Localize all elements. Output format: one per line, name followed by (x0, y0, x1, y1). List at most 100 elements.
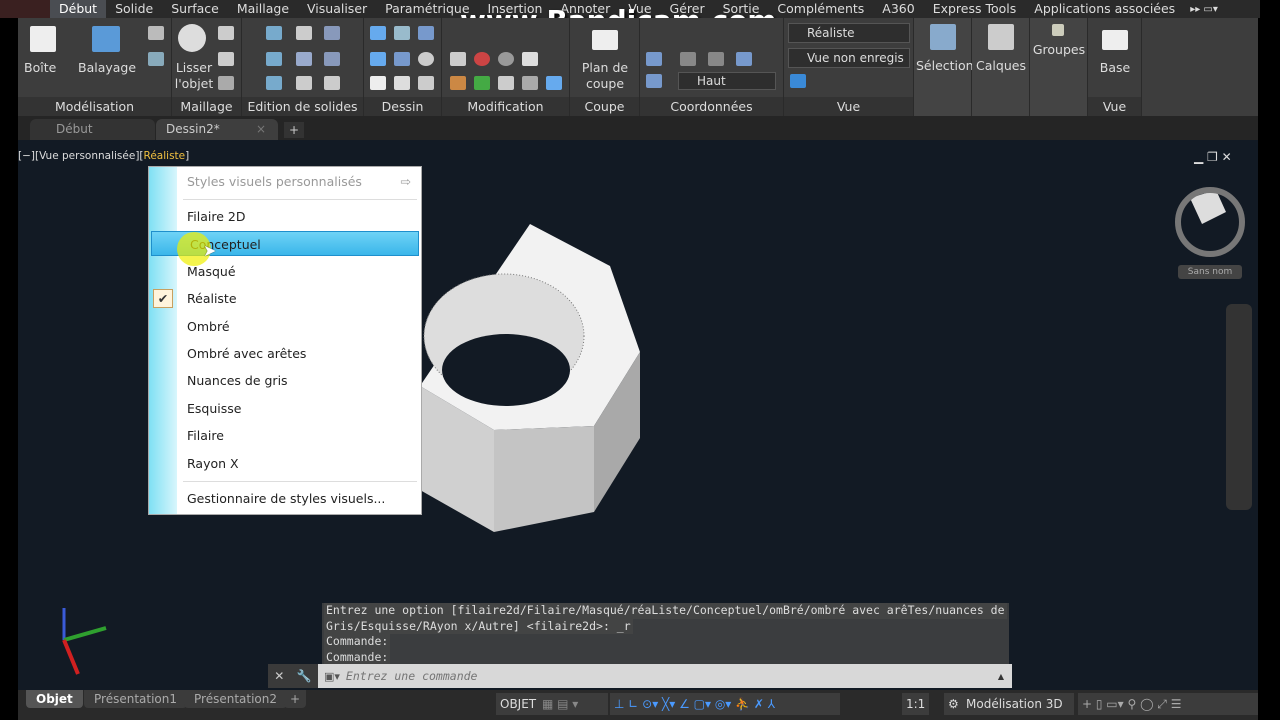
menu-item[interactable]: Ombré (149, 314, 421, 339)
panel-label[interactable]: Edition de solides (242, 97, 363, 116)
solid-edit-icon[interactable] (324, 26, 340, 40)
panel-label[interactable]: Dessin (364, 97, 441, 116)
arc-icon[interactable] (418, 26, 434, 40)
menu-item[interactable]: Ombré avec arêtes (149, 341, 421, 366)
ribbon-tab[interactable]: Compléments (768, 0, 873, 18)
separate-icon[interactable] (324, 76, 340, 90)
panel-label[interactable]: Vue (784, 97, 913, 116)
menu-item[interactable]: Filaire (149, 423, 421, 448)
ribbon-tab[interactable]: Début (50, 0, 107, 18)
boite-button[interactable]: Boîte (24, 60, 56, 76)
polygon-icon[interactable] (370, 76, 386, 90)
rectangle-icon[interactable] (394, 76, 410, 90)
line-icon[interactable] (394, 52, 410, 66)
drafting-tool-icons[interactable]: ⊥ ∟ ⊙▾ ╳▾ ∠ ▢▾ ◎▾ ⛹ ✗ ⅄ (610, 693, 840, 715)
grid-snap-icons[interactable]: ▦ ▤ ▾ (538, 693, 608, 715)
menu-item[interactable]: Nuances de gris (149, 368, 421, 393)
align-icon[interactable] (474, 76, 490, 90)
viewport-window-controls[interactable]: ▁ ❐ ✕ (1194, 150, 1232, 164)
named-view-dropdown[interactable]: Vue non enregis (788, 48, 910, 68)
ucs-icon[interactable] (708, 52, 724, 66)
menu-item[interactable]: Réaliste ✔ (149, 286, 421, 311)
application-menu-button[interactable] (0, 0, 50, 18)
new-tab-plus-icon[interactable]: + (284, 122, 304, 138)
ribbon-tab[interactable]: A360 (873, 0, 923, 18)
fillet-icon[interactable] (450, 52, 466, 66)
polyline-icon[interactable] (370, 26, 386, 40)
menu-item[interactable]: Filaire 2D (149, 204, 421, 229)
add-layout-plus-icon[interactable]: + (284, 690, 307, 708)
model-space-button[interactable]: OBJET (496, 693, 541, 715)
shell-icon[interactable] (296, 76, 312, 90)
copy-icon[interactable] (522, 76, 538, 90)
array-icon[interactable] (546, 76, 562, 90)
viewcube-label[interactable]: Sans nom (1178, 265, 1242, 279)
visual-style-dropdown[interactable]: Réaliste (788, 23, 910, 43)
calques-button[interactable]: Calques (974, 58, 1028, 74)
union-icon[interactable] (266, 26, 282, 40)
ellipse-icon[interactable] (418, 76, 434, 90)
subtract-icon[interactable] (266, 52, 282, 66)
mesh-icon[interactable] (218, 26, 234, 40)
gear-icon[interactable]: ⚙ (948, 693, 962, 715)
plan-de-coupe-button[interactable]: Plan de coupe (574, 60, 636, 92)
solid-icon[interactable] (296, 26, 312, 40)
file-tab-debut[interactable]: Début (30, 119, 155, 140)
ucs-icon[interactable] (646, 74, 662, 88)
groupes-button[interactable]: Groupes (1032, 42, 1086, 58)
helix-icon[interactable] (394, 26, 410, 40)
panel-label[interactable]: Vue (1088, 97, 1141, 116)
command-input[interactable] (345, 669, 998, 683)
ribbon-tab[interactable]: Express Tools (924, 0, 1026, 18)
view-label[interactable]: [−][Vue personnalisée][ (18, 150, 144, 162)
ribbon-tab[interactable]: Surface (162, 0, 228, 18)
trim-icon[interactable] (450, 76, 466, 90)
ribbon-tab[interactable]: Visualiser (298, 0, 376, 18)
workspace-dropdown[interactable]: Modélisation 3D (944, 693, 1074, 715)
annotation-scale-dropdown[interactable]: 1:1 (902, 693, 930, 715)
3d-rotate-icon[interactable] (474, 52, 490, 66)
file-tab-dessin2[interactable]: Dessin2* × (156, 119, 278, 140)
ribbon-tab[interactable]: Maillage (228, 0, 298, 18)
offset-icon[interactable] (498, 76, 514, 90)
ribbon-options-icon[interactable]: ▸▸ ▭▾ (1184, 4, 1218, 15)
base-button[interactable]: Base (1090, 60, 1140, 76)
balayage-button[interactable]: Balayage (78, 60, 136, 76)
close-icon[interactable]: ✕ (274, 669, 284, 683)
ucs-dropdown[interactable]: Haut (678, 72, 776, 90)
ucs-icon[interactable] (646, 52, 662, 66)
mesh-icon[interactable] (218, 52, 234, 66)
menu-item-visual-styles-manager[interactable]: Gestionnaire de styles visuels... (149, 486, 421, 511)
layout-tab-objet[interactable]: Objet (26, 690, 83, 708)
visual-style-label[interactable]: Réaliste (144, 150, 186, 162)
mirror-icon[interactable] (522, 52, 538, 66)
solid-edit-icon[interactable] (324, 52, 340, 66)
mesh-icon[interactable] (218, 76, 234, 90)
panel-label[interactable]: Modélisation (18, 97, 171, 116)
ribbon-tab[interactable]: Solide (106, 0, 162, 18)
viewport-icon[interactable] (790, 74, 806, 88)
wrench-icon[interactable]: 🔧 (297, 669, 312, 683)
close-icon[interactable]: × (256, 119, 266, 140)
command-prompt-icon[interactable]: ▣▾ (318, 670, 346, 683)
panel-label[interactable]: Coordonnées (640, 97, 783, 116)
viewport-controls-label[interactable]: [−][Vue personnalisée][Réaliste] (18, 150, 189, 162)
layout-tab-presentation1[interactable]: Présentation1 (84, 690, 187, 708)
ucs-icon[interactable] (680, 52, 696, 66)
selection-button[interactable]: Sélection (916, 58, 974, 74)
lisser-button[interactable]: Lisser l'objet (174, 60, 214, 92)
history-toggle-icon[interactable]: ▲ (998, 672, 1012, 681)
layout-tab-presentation2[interactable]: Présentation2 (184, 690, 287, 708)
ucs-icon[interactable] (736, 52, 752, 66)
status-tool-icons[interactable]: + ▯ ▭▾ ⚲ ◯ ⤢ ☰ (1078, 693, 1258, 715)
ribbon-tab[interactable]: Applications associées (1025, 0, 1184, 18)
menu-item[interactable]: Rayon X (149, 451, 421, 476)
rotate-icon[interactable] (498, 52, 514, 66)
panel-label[interactable]: Coupe (570, 97, 639, 116)
presspull-icon[interactable] (148, 52, 164, 66)
menu-item[interactable]: Esquisse (149, 396, 421, 421)
panel-label[interactable]: Maillage (172, 97, 241, 116)
extrude-icon[interactable] (148, 26, 164, 40)
spline-icon[interactable] (370, 52, 386, 66)
panel-label[interactable]: Modification (442, 97, 569, 116)
